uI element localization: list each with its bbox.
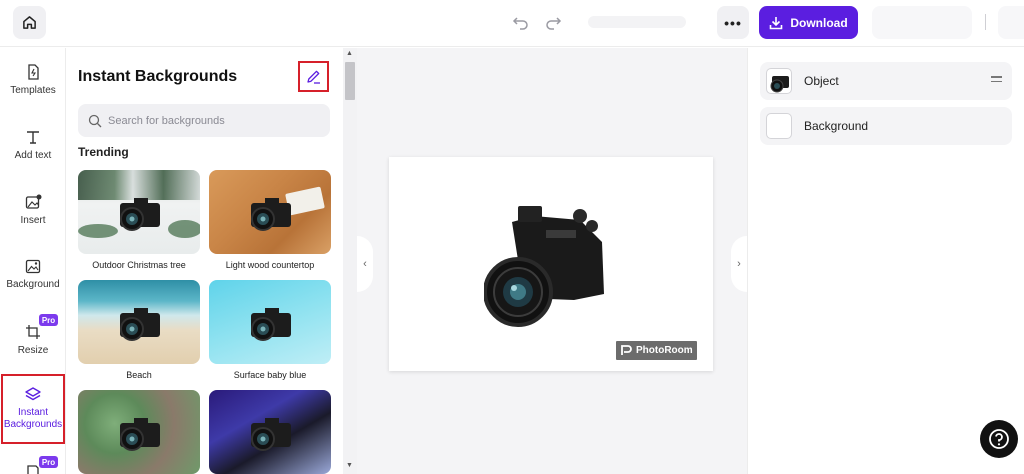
avatar[interactable] xyxy=(998,6,1024,39)
tool-rail: Templates Add text Insert Background Res… xyxy=(0,48,66,474)
camera-image xyxy=(251,417,291,451)
templates-icon xyxy=(27,64,39,80)
background-option[interactable]: Beach xyxy=(78,280,200,380)
home-icon xyxy=(23,16,36,29)
partial-icon xyxy=(27,465,39,474)
thumbnail-label: Outdoor Christmas tree xyxy=(92,260,186,270)
drag-handle-icon[interactable] xyxy=(991,76,1002,85)
panel-title: Instant Backgrounds xyxy=(78,68,238,85)
design-canvas[interactable]: PhotoRoom xyxy=(389,157,713,371)
watermark-badge: PhotoRoom xyxy=(616,341,697,360)
background-option[interactable]: Light wood countertop xyxy=(209,170,331,270)
text-icon xyxy=(27,131,39,144)
camera-image xyxy=(120,197,160,231)
layer-row-background[interactable]: Background xyxy=(760,107,1012,145)
thumbnail-image xyxy=(209,170,331,254)
rail-item-label: Insert xyxy=(20,215,46,226)
thumbnail-label: Light wood countertop xyxy=(225,260,315,270)
home-button[interactable] xyxy=(13,6,46,39)
scrollbar-thumb[interactable] xyxy=(345,62,355,100)
divider xyxy=(985,14,986,30)
thumbnail-label: Surface baby blue xyxy=(233,370,307,380)
thumbnail-image xyxy=(78,170,200,254)
rail-item-templates[interactable]: Templates xyxy=(0,64,66,96)
insert-image-icon xyxy=(25,194,41,209)
background-option[interactable]: Outdoor Christmas tree xyxy=(78,170,200,270)
pencil-icon xyxy=(307,70,320,84)
download-icon xyxy=(770,16,783,29)
rail-item-background[interactable]: Background xyxy=(0,259,66,290)
search-bar[interactable] xyxy=(78,104,330,137)
thumbnail-image xyxy=(78,390,200,474)
section-heading: Trending xyxy=(78,145,129,159)
thumbnail-label: Beach xyxy=(126,370,152,380)
pro-badge: Pro xyxy=(39,314,58,326)
chevron-right-icon: › xyxy=(737,258,741,270)
thumbnail-image xyxy=(78,280,200,364)
layer-label: Object xyxy=(804,74,839,88)
undo-icon[interactable] xyxy=(512,13,530,31)
camera-image xyxy=(120,417,160,451)
layer-thumbnail xyxy=(766,68,792,94)
rail-item-insert[interactable]: Insert xyxy=(0,194,66,226)
instant-backgrounds-panel: Instant Backgrounds Trending Out xyxy=(66,48,343,474)
rail-item-label: Background xyxy=(6,279,60,290)
secondary-button-placeholder[interactable] xyxy=(872,6,972,39)
photoroom-logo-icon xyxy=(621,345,632,355)
more-options-button[interactable]: ••• xyxy=(717,6,749,39)
chevron-left-icon: ‹ xyxy=(363,258,367,270)
layers-icon xyxy=(25,387,41,401)
edit-prompt-button[interactable] xyxy=(298,61,329,92)
scroll-up-arrow-icon[interactable]: ▲ xyxy=(346,50,353,57)
search-icon xyxy=(88,114,102,127)
pro-badge: Pro xyxy=(39,456,58,468)
rail-item-label: Add text xyxy=(14,150,52,161)
watermark-text: PhotoRoom xyxy=(636,345,693,356)
camera-image xyxy=(251,307,291,341)
camera-thumbnail xyxy=(770,76,789,93)
download-button[interactable]: Download xyxy=(759,6,858,39)
rail-item-label: Instant Backgrounds xyxy=(3,407,63,430)
collapse-right-panel-button[interactable]: › xyxy=(731,236,747,292)
camera-object[interactable] xyxy=(484,202,612,332)
thumbnail-image xyxy=(209,280,331,364)
crop-icon xyxy=(26,325,40,339)
project-name-placeholder xyxy=(588,16,686,28)
download-label: Download xyxy=(790,15,848,30)
background-icon xyxy=(25,259,41,274)
rail-item-instant-backgrounds[interactable]: Instant Backgrounds xyxy=(1,374,65,444)
layer-label: Background xyxy=(804,119,869,133)
redo-icon[interactable] xyxy=(544,13,562,31)
help-icon xyxy=(989,429,1009,449)
top-bar: ••• Download xyxy=(0,0,1024,47)
camera-image xyxy=(251,197,291,231)
panel-scrollbar[interactable]: ▲ ▼ xyxy=(343,48,357,474)
background-option[interactable]: Surface baby blue xyxy=(209,280,331,380)
scroll-down-arrow-icon[interactable]: ▼ xyxy=(346,462,353,469)
camera-image xyxy=(120,307,160,341)
rail-item-label: Resize xyxy=(17,345,49,356)
rail-item-label: Templates xyxy=(10,85,56,96)
rail-item-resize[interactable]: Resize xyxy=(0,324,66,356)
background-option[interactable] xyxy=(209,390,331,474)
layer-thumbnail xyxy=(766,113,792,139)
search-input[interactable] xyxy=(108,114,318,127)
layers-panel: Object Background xyxy=(747,48,1024,474)
background-option[interactable] xyxy=(78,390,200,474)
rail-item-add-text[interactable]: Add text xyxy=(0,129,66,161)
thumbnail-image xyxy=(209,390,331,474)
layer-row-object[interactable]: Object xyxy=(760,62,1012,100)
collapse-left-panel-button[interactable]: ‹ xyxy=(357,236,373,292)
help-button[interactable] xyxy=(980,420,1018,458)
